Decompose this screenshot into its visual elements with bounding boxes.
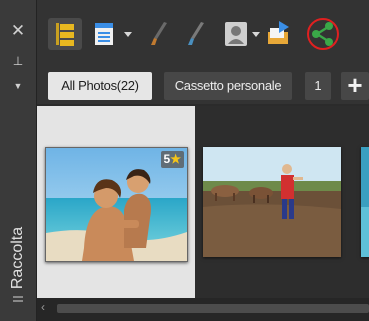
pin-icon[interactable]: ⊥ xyxy=(0,54,36,68)
people-dropdown[interactable] xyxy=(251,18,261,50)
scroll-left-icon[interactable]: ‹ xyxy=(41,300,45,314)
photo-partial xyxy=(361,147,369,257)
collection-panel: ✕ ⊥ ▼ Raccolta xyxy=(0,0,37,321)
tab-1[interactable]: 1 xyxy=(305,72,331,100)
list-view-button[interactable] xyxy=(93,18,117,50)
horizontal-scrollbar[interactable]: ‹ xyxy=(37,298,369,321)
brush-gray-icon xyxy=(188,22,204,45)
scroll-thumb[interactable] xyxy=(57,304,369,313)
chevron-down-icon[interactable]: ▼ xyxy=(0,80,36,92)
list-view-dropdown[interactable] xyxy=(123,18,133,50)
chevron-down-icon xyxy=(124,32,132,37)
user-icon xyxy=(225,22,247,46)
share-icon xyxy=(307,18,339,50)
toolbar xyxy=(37,0,369,64)
photo-thumbnail[interactable]: 5★ xyxy=(45,147,188,262)
photo-field-boy xyxy=(203,147,341,257)
close-icon[interactable]: ✕ xyxy=(0,22,36,40)
rating-badge: 5★ xyxy=(160,151,184,168)
star-icon: ★ xyxy=(170,152,181,166)
export-icon xyxy=(268,21,289,44)
photo-thumbnail[interactable] xyxy=(203,147,341,257)
tab-all-photos[interactable]: All Photos(22) xyxy=(48,72,152,100)
export-button[interactable] xyxy=(265,18,293,50)
resize-grip[interactable] xyxy=(13,296,23,298)
folder-tree-button[interactable] xyxy=(48,18,82,50)
photo-grid: 5★ xyxy=(37,106,369,298)
tab-personal-drawer[interactable]: Cassetto personale xyxy=(164,72,292,100)
collection-tabs: All Photos(22) Cassetto personale 1 + xyxy=(37,64,369,104)
chevron-down-icon xyxy=(252,32,260,37)
panel-title[interactable]: Raccolta xyxy=(8,208,28,308)
brush-icon xyxy=(151,22,167,45)
folder-tree-icon xyxy=(56,23,74,46)
share-button[interactable] xyxy=(305,16,341,52)
add-tab-button[interactable]: + xyxy=(341,72,369,100)
list-view-icon xyxy=(95,23,113,45)
retouch-button[interactable] xyxy=(147,18,173,50)
photo-thumbnail[interactable] xyxy=(361,147,369,257)
people-button[interactable] xyxy=(223,18,249,50)
edit-button[interactable] xyxy=(183,18,209,50)
